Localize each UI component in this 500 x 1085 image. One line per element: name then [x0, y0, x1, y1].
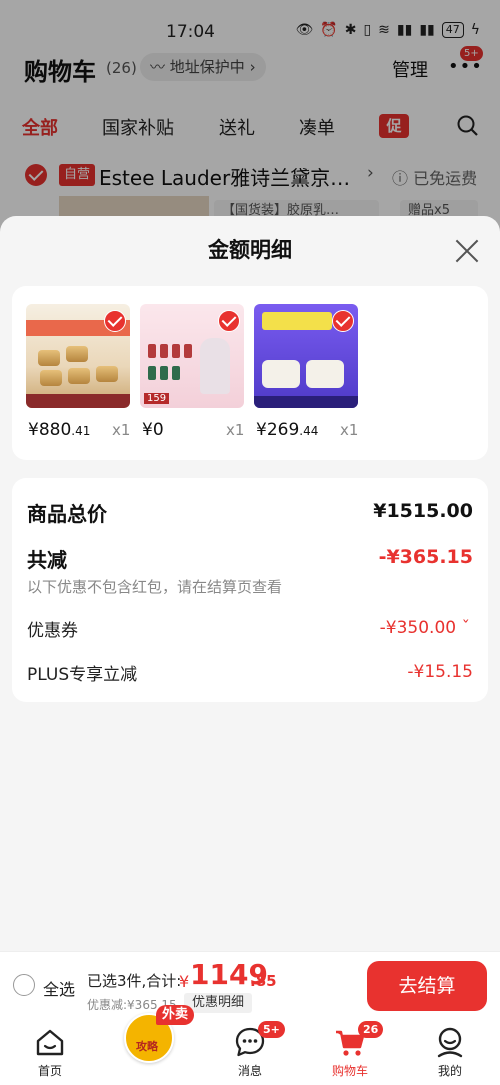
- coupon-row[interactable]: -¥350.00 ˇ: [380, 618, 470, 638]
- coupon-value: -¥350.00: [379, 618, 457, 638]
- bottom-tab-bar: 首页 攻略 外卖 5+ 消息 26 购物车 我的: [0, 1005, 500, 1085]
- discount-detail-button[interactable]: 优惠明细: [184, 993, 253, 1013]
- plus-discount-value: -¥15.15: [407, 662, 473, 682]
- item-thumbnail[interactable]: [26, 304, 130, 408]
- coupon-label: 优惠券: [27, 621, 78, 641]
- total-decimal: .85: [250, 972, 277, 990]
- reduction-note: 以下优惠不包含红包，请在结算页查看: [27, 578, 283, 596]
- profile-icon: [437, 1027, 463, 1058]
- goods-total-value: ¥1515.00: [373, 500, 473, 522]
- tab-mine[interactable]: 我的: [410, 1025, 490, 1079]
- goods-total-label: 商品总价: [27, 502, 107, 526]
- thumbnail-price-badge: 159: [144, 393, 170, 404]
- strategy-label: 攻略: [136, 1040, 158, 1053]
- selected-summary: 已选3件,合计:: [87, 972, 182, 990]
- checkout-bar: 全选 已选3件,合计: ¥ 1149 .85 优惠减:¥365.15 优惠明细 …: [0, 951, 500, 1019]
- item-thumbnail[interactable]: 159: [140, 304, 244, 408]
- item-checked-icon[interactable]: [332, 310, 354, 332]
- selected-items-card: 159 ¥880.41 x1 ¥0 x1 ¥269.44 x1: [12, 286, 488, 460]
- total-currency: ¥: [179, 972, 190, 991]
- select-all-radio[interactable]: [13, 974, 35, 996]
- tab-cart[interactable]: 26 购物车: [310, 1021, 390, 1079]
- select-all-label[interactable]: 全选: [43, 976, 75, 1000]
- amount-detail-sheet: 金额明细 159 ¥880.41 x1 ¥0 x1 ¥269.44 x1 商品总…: [0, 216, 500, 951]
- item-checked-icon[interactable]: [104, 310, 126, 332]
- close-icon[interactable]: [454, 238, 480, 264]
- home-icon: [36, 1029, 64, 1056]
- item-checked-icon[interactable]: [218, 310, 240, 332]
- sheet-title: 金额明细: [208, 238, 292, 262]
- cart-badge: 26: [358, 1021, 384, 1038]
- item-quantity: x1: [226, 421, 245, 439]
- chevron-down-icon: ˇ: [461, 618, 471, 638]
- food-delivery-tag: 外卖: [156, 1005, 195, 1025]
- total-reduction-value: -¥365.15: [378, 546, 473, 568]
- checkout-button[interactable]: 去结算: [367, 961, 487, 1011]
- item-price: ¥269.44: [256, 420, 319, 440]
- total-reduction-label: 共减: [27, 548, 67, 572]
- price-summary-card: 商品总价 ¥1515.00 共减 -¥365.15 以下优惠不包含红包，请在结算…: [12, 478, 488, 702]
- plus-discount-label: PLUS专享立减: [27, 665, 138, 685]
- item-quantity: x1: [340, 421, 359, 439]
- item-price: ¥0: [142, 420, 164, 440]
- tab-messages[interactable]: 5+ 消息: [210, 1021, 290, 1079]
- item-thumbnail[interactable]: [254, 304, 358, 408]
- item-quantity: x1: [112, 421, 131, 439]
- messages-badge: 5+: [258, 1021, 285, 1038]
- tab-home[interactable]: 首页: [10, 1025, 90, 1079]
- item-price: ¥880.41: [28, 420, 91, 440]
